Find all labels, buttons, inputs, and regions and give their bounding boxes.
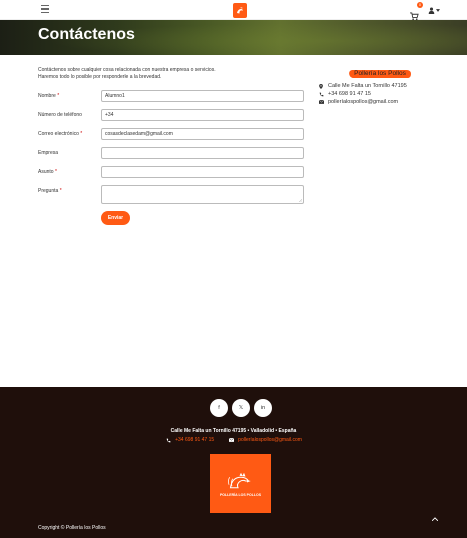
- sidebar-email: polleríalospollos@gmail.com: [318, 99, 398, 105]
- footer-address: Calle Me Falta un Tornillo 47195 • Valla…: [170, 428, 297, 434]
- footer-logo[interactable]: POLLERÍA LOS POLLOS: [210, 454, 271, 513]
- facebook-button[interactable]: f: [210, 399, 228, 417]
- sidebar-phone: +34 698 91 47 15: [318, 91, 371, 97]
- question-textarea[interactable]: [101, 185, 304, 204]
- site-logo[interactable]: [233, 3, 247, 18]
- submit-button[interactable]: Enviar: [101, 211, 130, 225]
- phone-label: Número de teléfono: [38, 112, 82, 118]
- back-to-top-button[interactable]: [431, 515, 439, 523]
- linkedin-button[interactable]: in: [254, 399, 272, 417]
- name-label: Nombre *: [38, 93, 60, 99]
- intro-line-2: Haremos todo lo posible por responderle …: [38, 74, 162, 80]
- contact-intro: Contáctenos sobre cualquier cosa relacio…: [38, 67, 278, 81]
- facebook-icon: f: [218, 405, 220, 411]
- copyright-text: Copyright © Pollería los Pollos: [38, 525, 106, 531]
- footer-contacts: +34 698 91 47 15 polleríalospollos@gmail…: [0, 437, 467, 443]
- intro-line-1: Contáctenos sobre cualquier cosa relacio…: [38, 67, 216, 73]
- envelope-icon: [228, 437, 234, 443]
- linkedin-icon: in: [260, 405, 266, 411]
- sidebar-address: Calle Me Falta un Tornillo 47195: [318, 83, 407, 89]
- question-label: Pregunta *: [38, 188, 62, 194]
- subject-field[interactable]: [101, 166, 304, 178]
- hero-banner: Contáctenos: [0, 20, 467, 55]
- form-row-question: Pregunta *: [38, 185, 306, 205]
- email-field[interactable]: cosasdeclasedam@gmail.com: [101, 128, 304, 140]
- brand-name-badge: Pollería los Pollos: [348, 69, 412, 79]
- subject-label: Asunto *: [38, 169, 57, 175]
- rooster-logo-icon: [227, 472, 251, 488]
- rooster-logo-icon: [237, 6, 243, 13]
- page-title: Contáctenos: [38, 26, 135, 43]
- user-menu[interactable]: [428, 6, 440, 15]
- top-navbar: 0: [0, 0, 467, 21]
- footer-logo-text: POLLERÍA LOS POLLOS: [219, 492, 262, 497]
- twitter-icon: 𝕏: [238, 405, 244, 411]
- form-row-name: Nombre * Alumno1: [38, 90, 306, 104]
- company-label: Empresa: [38, 150, 59, 156]
- form-row-subject: Asunto *: [38, 166, 306, 180]
- phone-field[interactable]: +34: [101, 109, 304, 121]
- company-field[interactable]: [101, 147, 304, 159]
- cart-count-badge: 0: [417, 2, 423, 8]
- footer-phone[interactable]: +34 698 91 47 15: [165, 437, 214, 443]
- user-icon: [428, 7, 435, 14]
- chevron-up-icon: [432, 517, 438, 521]
- twitter-button[interactable]: 𝕏: [232, 399, 250, 417]
- name-field[interactable]: Alumno1: [101, 90, 304, 102]
- email-label: Correo electrónico *: [38, 131, 83, 137]
- footer-email[interactable]: polleríalospollos@gmail.com: [228, 437, 302, 443]
- hamburger-icon[interactable]: [41, 5, 49, 13]
- form-row-company: Empresa: [38, 147, 306, 161]
- resize-handle-icon[interactable]: [299, 199, 302, 202]
- map-marker-icon: [318, 83, 324, 89]
- form-row-phone: Número de teléfono +34: [38, 109, 306, 123]
- chevron-down-icon: [436, 9, 440, 12]
- phone-icon: [318, 91, 324, 97]
- brand-name: Pollería los Pollos: [354, 70, 406, 77]
- form-row-email: Correo electrónico * cosasdeclasedam@gma…: [38, 128, 306, 142]
- envelope-icon: [318, 99, 324, 105]
- phone-icon: [165, 437, 171, 443]
